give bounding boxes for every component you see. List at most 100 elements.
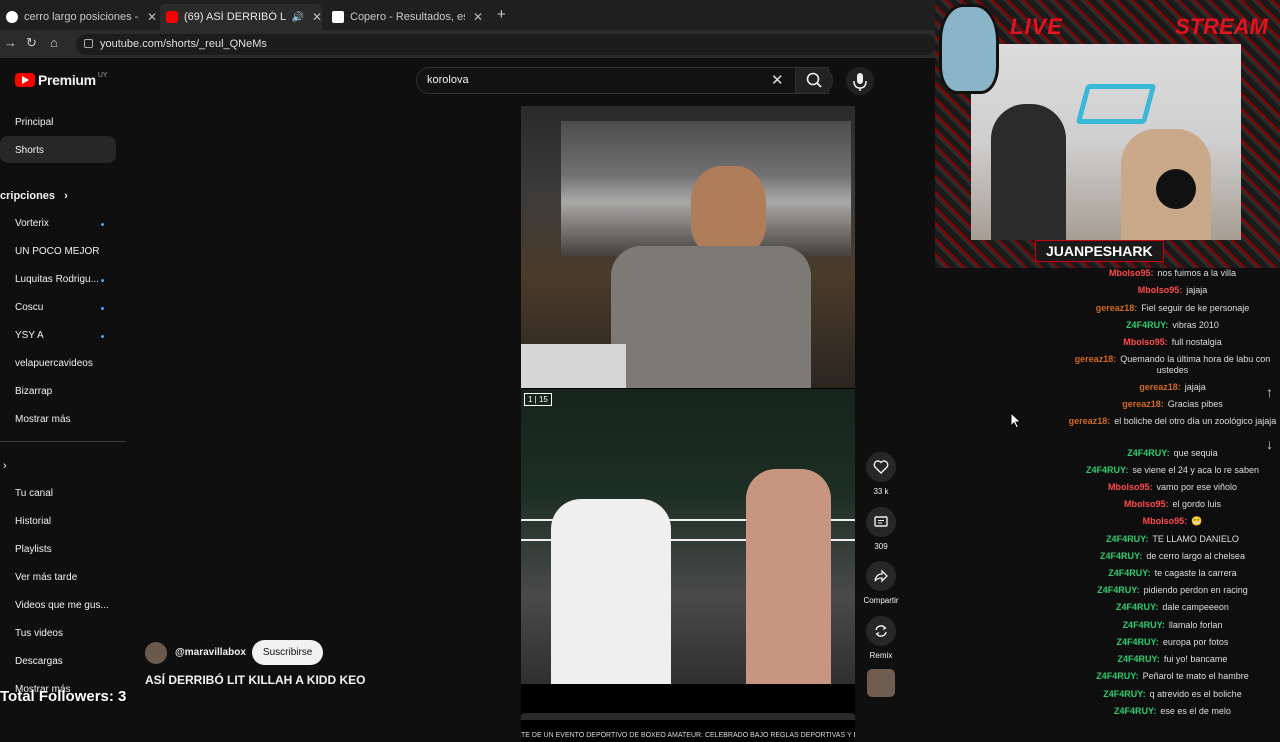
arrow-up-icon[interactable]: ↑: [1266, 384, 1273, 400]
chat-username[interactable]: Z4F4RUY:: [1126, 320, 1168, 330]
chat-text: vamo por ese viñolo: [1156, 482, 1238, 492]
sidebar-subscriptions-header[interactable]: cripciones ›: [0, 190, 68, 202]
chat-username[interactable]: Mbolso95:: [1138, 285, 1183, 295]
sidebar-sub-bizarrap[interactable]: Bizarrap: [15, 386, 52, 397]
next-short-preview[interactable]: [521, 713, 855, 720]
close-tab-icon[interactable]: ✕: [147, 10, 157, 24]
short-video-player[interactable]: 1 | 15 TE DE UN EVENTO DEPORTIVO DE BOXE…: [521, 106, 855, 742]
sidebar-sub-velapuercavideos[interactable]: velapuercavideos: [15, 358, 93, 369]
tab-copero[interactable]: Copero - Resultados, estadística ✕: [326, 4, 486, 30]
voice-search-button[interactable]: [846, 67, 874, 95]
sidebar-sub-un-poco-mejor[interactable]: UN POCO MEJOR: [15, 246, 99, 257]
stream-chat: Mbolso95: nos fuimos a la villa Mbolso95: j…: [1065, 268, 1280, 720]
chevron-right-icon[interactable]: ›: [3, 460, 7, 472]
sidebar-sub-coscu[interactable]: Coscu: [15, 302, 43, 313]
sidebar-sub-vorterix[interactable]: Vorterix: [15, 218, 49, 229]
chat-message: gereaz18: jajaja: [1065, 382, 1280, 393]
chat-message: gereaz18: Fiel seguir de ke personaje: [1065, 303, 1280, 314]
chat-username[interactable]: Z4F4RUY:: [1118, 654, 1160, 664]
url-field[interactable]: youtube.com/shorts/_reul_QNeMs: [76, 34, 936, 55]
chat-username[interactable]: gereaz18:: [1139, 382, 1181, 392]
chat-username[interactable]: Z4F4RUY:: [1108, 568, 1150, 578]
subscriptions-label: cripciones: [0, 190, 56, 202]
tab-title: (69) ASÍ DERRIBÓ LIT KILLAH: [184, 11, 287, 23]
chat-username[interactable]: Mbolso95:: [1109, 268, 1154, 278]
close-tab-icon[interactable]: ✕: [473, 10, 483, 24]
new-content-dot-icon: [101, 307, 104, 310]
chat-username[interactable]: Z4F4RUY:: [1086, 465, 1128, 475]
chat-username[interactable]: Z4F4RUY:: [1106, 534, 1148, 544]
heart-icon: [873, 460, 889, 474]
channel-avatar[interactable]: [145, 641, 167, 664]
search-input[interactable]: korolova: [416, 67, 829, 94]
youtube-premium-logo[interactable]: Premium UY: [15, 72, 108, 88]
share-button[interactable]: Compartir: [863, 561, 899, 605]
chat-username[interactable]: Z4F4RUY:: [1114, 706, 1156, 716]
sidebar-item-historial[interactable]: Historial: [15, 516, 51, 527]
chat-username[interactable]: Mbolso95:: [1108, 482, 1153, 492]
sidebar-item-watch-later[interactable]: Ver más tarde: [15, 572, 77, 583]
sidebar-show-more-subs[interactable]: Mostrar más: [15, 414, 71, 425]
chat-message: gereaz18: Quemando la última hora de labu…: [1065, 354, 1280, 376]
chat-message: Mbolso95: full nostalgia: [1065, 337, 1280, 348]
chat-message: Z4F4RUY: llamalo forlan: [1065, 620, 1280, 631]
chat-text: jajaja: [1186, 285, 1208, 295]
subscribe-button[interactable]: Suscribirse: [251, 640, 324, 665]
sidebar-item-playlists[interactable]: Playlists: [15, 544, 52, 555]
chat-username[interactable]: Z4F4RUY:: [1127, 448, 1169, 458]
tab-youtube-short[interactable]: (69) ASÍ DERRIBÓ LIT KILLAH 🔊 ✕: [160, 4, 322, 30]
sound-thumbnail[interactable]: [867, 669, 895, 697]
site-info-icon[interactable]: [84, 39, 93, 48]
speaker-icon[interactable]: 🔊: [291, 12, 303, 23]
search-button[interactable]: [795, 67, 833, 94]
chat-text: 😬: [1191, 516, 1203, 526]
chat-username[interactable]: Z4F4RUY:: [1103, 689, 1145, 699]
home-icon[interactable]: ⌂: [50, 35, 58, 50]
chat-username[interactable]: gereaz18:: [1069, 416, 1111, 426]
like-button[interactable]: 33 k: [866, 452, 896, 496]
chat-message: Z4F4RUY: TE LLAMO DANIELO: [1065, 534, 1280, 545]
chat-text: fui yo! bancame: [1163, 654, 1228, 664]
chat-username[interactable]: gereaz18:: [1122, 399, 1164, 409]
close-tab-icon[interactable]: ✕: [312, 10, 322, 24]
sidebar-item-shorts[interactable]: Shorts: [15, 145, 44, 156]
channel-name[interactable]: @maravillabox: [175, 647, 246, 658]
live-label: LIVE: [1010, 14, 1063, 39]
chat-username[interactable]: Mbolso95:: [1143, 516, 1188, 526]
sidebar-item-liked-videos[interactable]: Videos que me gus...: [15, 600, 109, 611]
sidebar-item-downloads[interactable]: Descargas: [15, 656, 63, 667]
chat-username[interactable]: Mbolso95:: [1123, 337, 1168, 347]
chat-username[interactable]: gereaz18:: [1075, 354, 1117, 364]
chat-username[interactable]: gereaz18:: [1096, 303, 1138, 313]
logo-region: UY: [97, 71, 108, 79]
chat-username[interactable]: Z4F4RUY:: [1116, 602, 1158, 612]
arrow-down-icon[interactable]: ↓: [1266, 436, 1273, 452]
chat-username[interactable]: Z4F4RUY:: [1117, 637, 1159, 647]
chat-username[interactable]: Z4F4RUY:: [1100, 551, 1142, 561]
tab-title: cerro largo posiciones - Buscar: [24, 11, 139, 23]
microphone: [1156, 169, 1196, 209]
sidebar-item-tu-canal[interactable]: Tu canal: [15, 488, 53, 499]
tab-google-search[interactable]: cerro largo posiciones - Buscar ✕: [0, 4, 158, 30]
sidebar-item-principal[interactable]: Principal: [15, 117, 53, 128]
chat-username[interactable]: Z4F4RUY:: [1123, 620, 1165, 630]
video-bottom-frame: 1 | 15: [521, 389, 855, 684]
chat-username[interactable]: Z4F4RUY:: [1096, 671, 1138, 681]
sidebar-item-your-videos[interactable]: Tus videos: [15, 628, 63, 639]
sidebar-sub-ysy-a[interactable]: YSY A: [15, 330, 44, 341]
share-label: Compartir: [863, 596, 899, 605]
comments-button[interactable]: 309: [866, 507, 896, 551]
reload-icon[interactable]: ↻: [26, 35, 37, 51]
youtube-page: Premium UY Principal Shorts cripciones ›…: [0, 58, 1065, 742]
chat-text: el gordo luis: [1172, 499, 1222, 509]
chat-text: el boliche del otro día un zoológico jaj…: [1114, 416, 1277, 426]
remix-button[interactable]: Remix: [866, 616, 896, 660]
comment-icon: [874, 516, 888, 527]
chat-username[interactable]: Mbolso95:: [1124, 499, 1169, 509]
chat-message: Z4F4RUY: que sequia: [1065, 448, 1280, 459]
chat-username[interactable]: Z4F4RUY:: [1097, 585, 1139, 595]
sidebar-sub-luquitas[interactable]: Luquitas Rodrigu...: [15, 274, 99, 285]
new-tab-button[interactable]: +: [497, 6, 506, 23]
clear-search-icon[interactable]: ✕: [771, 71, 784, 89]
forward-icon[interactable]: →: [4, 35, 17, 50]
